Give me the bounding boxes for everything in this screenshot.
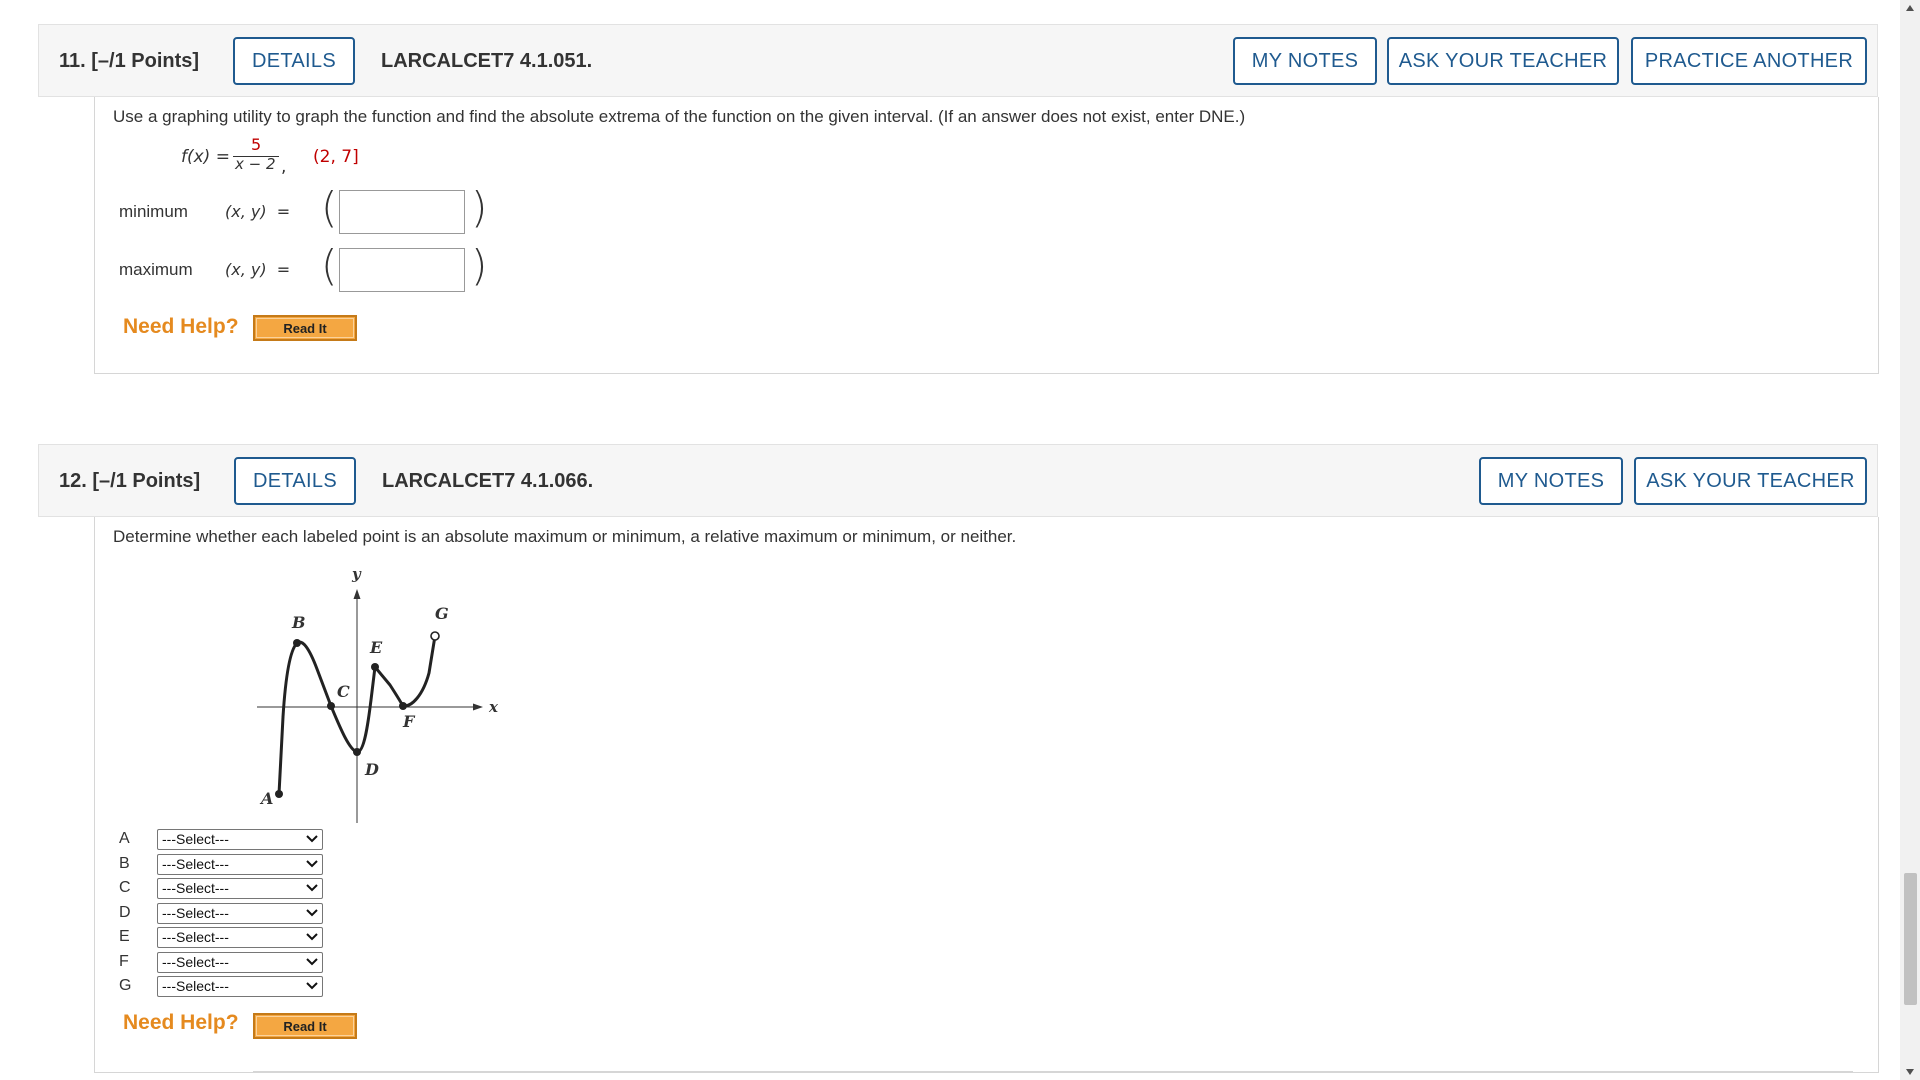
q11-minimum-input[interactable] [339, 190, 465, 234]
q12-select-a-value: ---Select--- [162, 831, 229, 847]
q12-point-g-open [430, 631, 440, 641]
scroll-down-arrow-icon[interactable] [1900, 1064, 1920, 1078]
q11-minimum-xy: (x, y) = [225, 190, 290, 234]
q12-y-axis-label: y [351, 565, 362, 583]
q12-label-b: B [291, 613, 306, 632]
scroll-up-arrow-icon[interactable] [1900, 2, 1920, 16]
q11-number: 11. [–/1 Points] [59, 50, 200, 72]
q12-point-labels: A B C D E F G [259, 604, 449, 808]
q12-point-a [275, 790, 283, 798]
vertical-scrollbar[interactable] [1900, 0, 1920, 1080]
chevron-down-icon [306, 835, 318, 843]
q11-prompt: Use a graphing utility to graph the func… [113, 107, 1246, 126]
q11-minimum-equals: = [266, 202, 291, 221]
q11-header: 11. [–/1 Points] DETAILS LARCALCET7 4.1.… [38, 24, 1878, 97]
q11-minimum-label: minimum [119, 202, 188, 221]
q12-label-g: G [435, 604, 449, 623]
q11-details-button[interactable]: DETAILS [233, 37, 355, 85]
q11-minimum-open-paren: ( [321, 183, 338, 232]
q12-select-d[interactable]: ---Select--- [157, 902, 323, 924]
q12-label-e: E [369, 638, 383, 657]
q11-need-help-label: Need Help? [123, 315, 239, 338]
q11-maximum-xy-text: (x, y) [225, 260, 267, 279]
q11-practice-another-button[interactable]: PRACTICE ANOTHER [1631, 37, 1867, 85]
q12-select-letter-g: G [119, 977, 132, 994]
q11-denominator-text: x − 2 [235, 155, 276, 173]
q12-select-c-value: ---Select--- [162, 880, 229, 896]
q12-select-f[interactable]: ---Select--- [157, 951, 323, 973]
q11-maximum-xy: (x, y) = [225, 248, 290, 292]
q11-maximum-equals: = [266, 260, 291, 279]
q12-select-b[interactable]: ---Select--- [157, 853, 323, 875]
q11-my-notes-button[interactable]: MY NOTES [1233, 37, 1377, 85]
q12-label-d: D [364, 760, 379, 779]
q12-select-letter-d: D [119, 903, 131, 921]
q12-point-e [371, 663, 379, 671]
q12-select-e[interactable]: ---Select--- [157, 927, 323, 948]
q12-select-letter-c: C [119, 879, 131, 896]
q12-ask-teacher-button[interactable]: ASK YOUR TEACHER [1634, 457, 1867, 505]
chevron-down-icon [306, 859, 318, 867]
q11-body: Use a graphing utility to graph the func… [94, 97, 1879, 374]
q11-comma: , [281, 157, 287, 177]
q11-maximum-label: maximum [119, 260, 193, 279]
q12-point-f [399, 702, 407, 710]
chevron-down-icon [306, 933, 318, 941]
q12-point-d [353, 748, 361, 756]
q12-next-section-divider [253, 1071, 1853, 1072]
q11-interval: (2, 7] [313, 147, 359, 167]
q12-need-help-label: Need Help? [123, 1011, 239, 1034]
q12-details-button[interactable]: DETAILS [234, 457, 356, 505]
q11-minimum-row: minimum (x, y) = ( ) [119, 186, 519, 234]
q11-maximum-input[interactable] [339, 248, 465, 292]
q12-number: 12. [–/1 Points] [59, 470, 201, 492]
q11-denominator: x − 2 [235, 155, 276, 173]
q11-minimum-close-paren: ) [471, 183, 488, 232]
q12-label-a: A [259, 789, 273, 808]
q12-y-axis-arrow [353, 589, 361, 599]
chevron-down-icon [306, 982, 318, 990]
chevron-down-icon [306, 908, 318, 916]
q12-label-f: F [402, 712, 416, 731]
q12-point-b [293, 639, 301, 647]
q11-maximum-open-paren: ( [321, 241, 338, 290]
q12-select-b-value: ---Select--- [162, 855, 229, 872]
q11-maximum-close-paren: ) [471, 241, 488, 290]
q12-select-e-value: ---Select--- [162, 929, 229, 945]
q11-fx-label: f(x) = [181, 147, 230, 167]
q12-label-c: C [337, 682, 350, 701]
chevron-down-icon [306, 957, 318, 965]
q12-point-c [327, 702, 335, 710]
q12-select-letter-f: F [119, 952, 129, 970]
q12-select-g-value: ---Select--- [162, 978, 229, 994]
q11-minimum-xy-text: (x, y) [225, 202, 267, 221]
q12-select-f-value: ---Select--- [162, 953, 229, 970]
q12-code: LARCALCET7 4.1.066. [382, 470, 594, 492]
q12-select-c[interactable]: ---Select--- [157, 878, 323, 899]
q12-select-letter-a: A [119, 830, 130, 847]
q12-graph: x y A B C D E F G [257, 565, 499, 823]
q12-select-a[interactable]: ---Select--- [157, 829, 323, 850]
q11-ask-teacher-button[interactable]: ASK YOUR TEACHER [1387, 37, 1619, 85]
q12-body: Determine whether each labeled point is … [94, 517, 1879, 1073]
q12-select-g[interactable]: ---Select--- [157, 976, 323, 997]
q12-x-axis-label: x [488, 698, 499, 716]
q12-header: 12. [–/1 Points] DETAILS LARCALCET7 4.1.… [38, 444, 1878, 517]
q11-code: LARCALCET7 4.1.051. [381, 50, 593, 72]
q11-read-it-button[interactable]: Read It [253, 315, 357, 341]
q12-select-d-value: ---Select--- [162, 904, 229, 921]
q12-prompt: Determine whether each labeled point is … [113, 527, 1017, 546]
q11-numerator: 5 [251, 135, 262, 154]
q12-read-it-button[interactable]: Read It [253, 1013, 357, 1039]
q11-maximum-row: maximum (x, y) = ( ) [119, 244, 519, 292]
q12-select-letter-b: B [119, 854, 130, 872]
scrollbar-thumb[interactable] [1904, 873, 1917, 1005]
q12-my-notes-button[interactable]: MY NOTES [1479, 457, 1623, 505]
q12-select-letter-e: E [119, 928, 130, 945]
q12-x-axis-arrow [473, 703, 483, 711]
chevron-down-icon [306, 884, 318, 892]
